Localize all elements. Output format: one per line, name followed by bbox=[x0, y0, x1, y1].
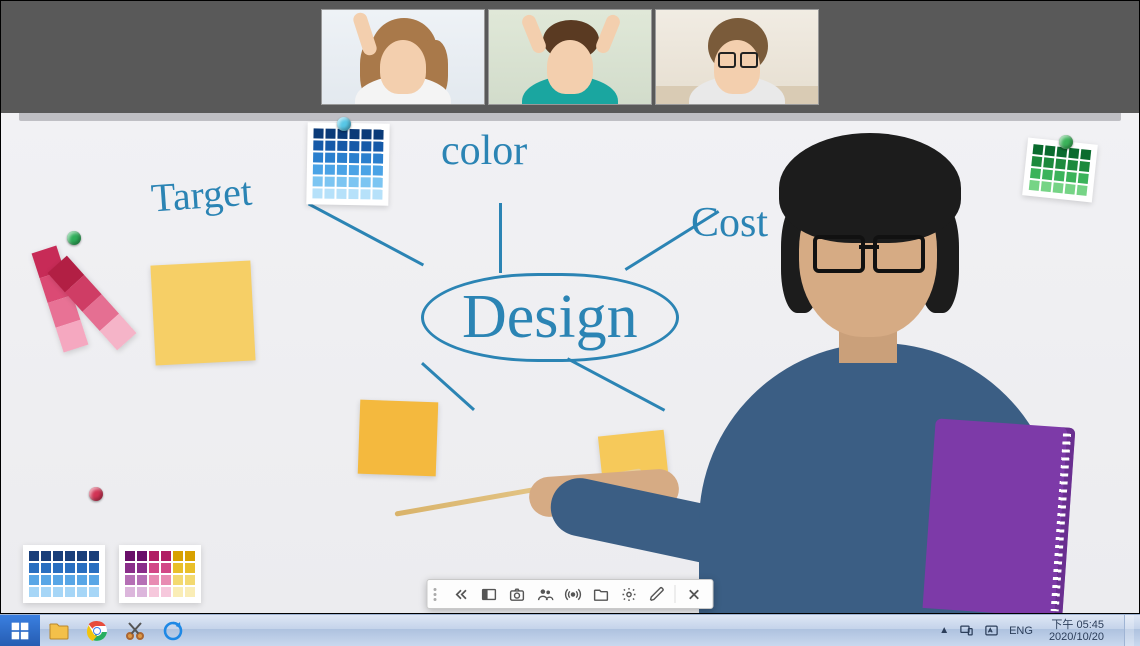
clock-time: 05:45 bbox=[1076, 619, 1104, 631]
devices-icon[interactable] bbox=[959, 623, 974, 638]
taskbar-clock[interactable]: 下午 05:45 2020/10/20 bbox=[1043, 617, 1110, 645]
taskbar-item-chrome[interactable] bbox=[78, 615, 116, 646]
meeting-toolbar[interactable] bbox=[427, 579, 714, 609]
start-button[interactable] bbox=[0, 615, 40, 646]
language-indicator[interactable]: ENG bbox=[1009, 625, 1033, 637]
clock-date: 2020/10/20 bbox=[1049, 631, 1104, 643]
pushpin-icon bbox=[1059, 135, 1073, 149]
whiteboard-branch-target: Target bbox=[149, 168, 253, 222]
taskbar-item-file-explorer[interactable] bbox=[40, 615, 78, 646]
presenter-video bbox=[589, 153, 1109, 613]
pushpin-icon bbox=[89, 487, 103, 501]
windows-taskbar[interactable]: ▲ ENG 下午 05:45 2020/10/20 bbox=[0, 614, 1140, 646]
show-desktop-button[interactable] bbox=[1124, 615, 1134, 646]
color-swatch-card-bottom-2 bbox=[119, 545, 201, 603]
participants-bar bbox=[1, 1, 1139, 113]
taskbar-item-snipping-tool[interactable] bbox=[116, 615, 154, 646]
annotate-button[interactable] bbox=[644, 582, 670, 606]
pushpin-icon bbox=[67, 231, 81, 245]
desktop-screen: Design Target color Cost bbox=[0, 0, 1140, 646]
tray-overflow-button[interactable]: ▲ bbox=[939, 625, 949, 636]
system-tray[interactable]: ▲ ENG 下午 05:45 2020/10/20 bbox=[933, 615, 1140, 646]
snapshot-button[interactable] bbox=[504, 582, 530, 606]
clock-prefix: 下午 bbox=[1051, 619, 1073, 631]
participant-tile-3[interactable] bbox=[655, 9, 819, 105]
color-swatch-card-blue bbox=[306, 122, 389, 205]
participant-tile-1[interactable] bbox=[321, 9, 485, 105]
color-swatch-card-bottom-1 bbox=[23, 545, 105, 603]
taskbar-item-app[interactable] bbox=[154, 615, 192, 646]
files-button[interactable] bbox=[588, 582, 614, 606]
sticky-note bbox=[358, 400, 439, 477]
participants-button[interactable] bbox=[532, 582, 558, 606]
sticky-note bbox=[150, 260, 255, 365]
broadcast-button[interactable] bbox=[560, 582, 586, 606]
participant-tile-2[interactable] bbox=[488, 9, 652, 105]
collapse-button[interactable] bbox=[448, 582, 474, 606]
settings-button[interactable] bbox=[616, 582, 642, 606]
layout-button[interactable] bbox=[476, 582, 502, 606]
whiteboard-branch-color: color bbox=[441, 127, 527, 175]
pushpin-icon bbox=[337, 117, 351, 131]
toolbar-drag-handle[interactable] bbox=[434, 588, 442, 601]
ime-icon[interactable] bbox=[984, 623, 999, 638]
close-toolbar-button[interactable] bbox=[681, 582, 707, 606]
main-presenter-view[interactable]: Design Target color Cost bbox=[1, 113, 1139, 613]
